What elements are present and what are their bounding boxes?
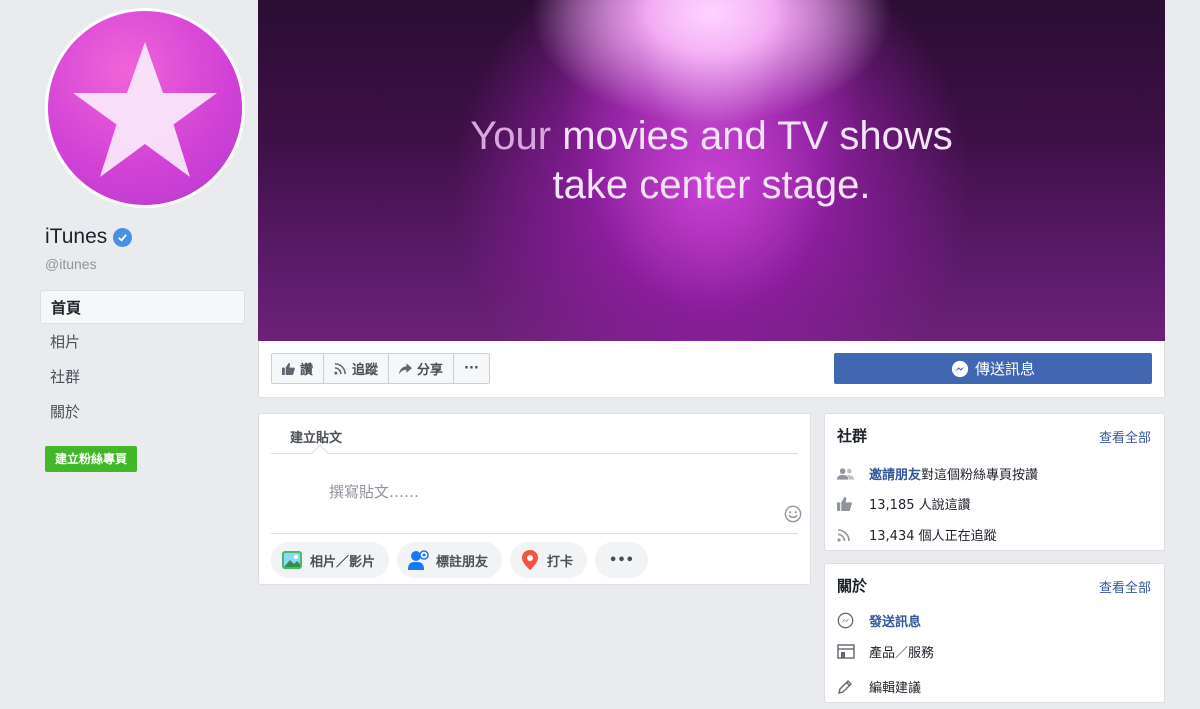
follows-count-text: 13,434 個人正在追蹤	[869, 529, 997, 544]
send-message-label: 傳送訊息	[974, 360, 1035, 378]
page-avatar[interactable]	[45, 8, 245, 208]
suggest-edits-row[interactable]: 編輯建議	[837, 677, 921, 696]
thumbs-up-icon	[837, 496, 859, 511]
cover-line2: take center stage.	[552, 163, 871, 207]
page-nav: 首頁 相片 社群 關於	[40, 290, 245, 430]
page-title[interactable]: iTunes	[45, 225, 107, 249]
create-post-tab[interactable]: 建立貼文	[290, 427, 342, 446]
likes-row: 13,185 人說這讚	[837, 494, 971, 513]
about-title[interactable]: 關於	[837, 575, 867, 596]
rss-icon	[837, 528, 859, 542]
nav-item-photos[interactable]: 相片	[40, 325, 245, 359]
nav-item-community[interactable]: 社群	[40, 360, 245, 394]
page-name-row: iTunes	[45, 225, 133, 249]
friends-icon	[837, 467, 859, 481]
more-actions-button[interactable]: ···	[453, 353, 490, 384]
photo-icon	[282, 551, 302, 569]
share-label: 分享	[417, 363, 444, 378]
tag-friends-icon	[408, 550, 429, 570]
messenger-icon	[951, 360, 969, 377]
location-pin-icon	[522, 550, 539, 570]
star-icon	[73, 42, 217, 177]
suggest-edits-link[interactable]: 編輯建議	[869, 677, 921, 696]
follow-label: 追蹤	[352, 363, 379, 378]
more-options-button[interactable]: •••	[595, 542, 648, 578]
more-dots-icon: ···	[464, 361, 479, 376]
like-label: 讚	[300, 363, 314, 378]
cover-headline: Your movies and TV shows take center sta…	[258, 112, 1165, 210]
follow-button[interactable]: 追蹤	[323, 353, 390, 384]
more-dots-icon: •••	[609, 552, 634, 568]
send-message-button[interactable]: 傳送訊息	[834, 353, 1152, 384]
send-message-link[interactable]: 發送訊息	[869, 611, 921, 630]
about-card: 關於 查看全部 發送訊息 產品／服務 編輯建議	[824, 563, 1165, 703]
community-see-all-link[interactable]: 查看全部	[1099, 427, 1151, 446]
tab-indicator	[311, 444, 329, 462]
rss-icon	[334, 363, 346, 375]
community-title[interactable]: 社群	[837, 425, 867, 446]
cover-photo[interactable]: Your movies and TV shows take center sta…	[258, 0, 1165, 341]
invite-friends-link[interactable]: 邀請朋友	[869, 464, 921, 483]
check-in-button[interactable]: 打卡	[510, 542, 588, 578]
like-button[interactable]: 讚	[271, 353, 325, 384]
likes-count-text: 13,185 人說這讚	[869, 498, 971, 513]
emoji-icon[interactable]	[784, 505, 802, 523]
itunes-logo	[48, 11, 242, 205]
create-page-button[interactable]: 建立粉絲專頁	[45, 446, 138, 472]
products-text: 產品／服務	[869, 646, 935, 661]
send-message-row[interactable]: 發送訊息	[837, 611, 921, 630]
products-row: 產品／服務	[837, 642, 934, 661]
composer-options: 相片／影片 標註朋友 打卡 •••	[271, 542, 648, 578]
tag-friends-label: 標註朋友	[436, 554, 489, 570]
photo-video-button[interactable]: 相片／影片	[271, 542, 390, 578]
about-see-all-link[interactable]: 查看全部	[1099, 577, 1151, 596]
composer-divider-bottom	[271, 533, 798, 534]
thumbs-up-icon	[282, 362, 295, 375]
storefront-icon	[837, 644, 859, 659]
share-button[interactable]: 分享	[388, 353, 455, 384]
invite-friends-text: 對這個粉絲專頁按讚	[921, 468, 1039, 483]
tag-friends-button[interactable]: 標註朋友	[397, 542, 503, 578]
action-button-group: 讚 追蹤 分享 ···	[271, 353, 490, 384]
photo-video-label: 相片／影片	[310, 554, 376, 570]
verified-badge-icon	[113, 227, 133, 247]
pencil-icon	[837, 679, 859, 695]
nav-item-home[interactable]: 首頁	[40, 290, 245, 324]
page-handle[interactable]: @itunes	[45, 256, 97, 272]
post-input[interactable]: 撰寫貼文……	[329, 481, 419, 502]
nav-item-about[interactable]: 關於	[40, 395, 245, 429]
page-action-bar: 讚 追蹤 分享 ··· 傳送訊息	[258, 341, 1165, 398]
cover-line1-part1: Your	[470, 114, 552, 158]
invite-friends-row: 邀請朋友 對這個粉絲專頁按讚	[837, 464, 1038, 483]
messenger-icon	[837, 612, 859, 629]
post-composer: 建立貼文 撰寫貼文…… 相片／影片 標註朋友 打卡 •••	[258, 413, 811, 585]
composer-divider	[271, 453, 798, 454]
cover-line1-part2: movies and TV shows	[551, 114, 953, 158]
community-card: 社群 查看全部 邀請朋友 對這個粉絲專頁按讚 13,185 人說這讚 13,43…	[824, 413, 1165, 551]
follows-row: 13,434 個人正在追蹤	[837, 525, 997, 544]
check-in-label: 打卡	[547, 554, 574, 570]
share-arrow-icon	[399, 362, 413, 375]
